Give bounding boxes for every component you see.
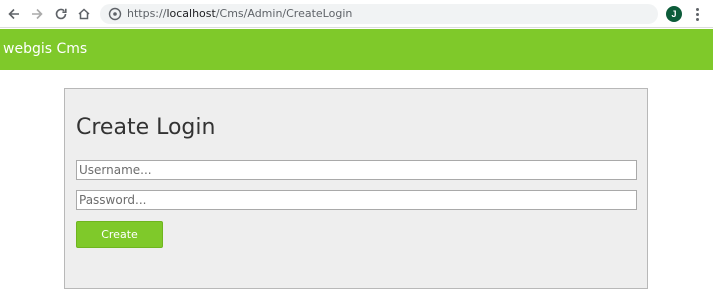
url-text: https://localhost/Cms/Admin/CreateLogin [127,7,352,21]
create-button[interactable]: Create [76,221,163,248]
back-button[interactable] [4,4,24,24]
url-path: /Cms/Admin/CreateLogin [215,7,353,20]
home-button[interactable] [74,4,94,24]
url-host: localhost [166,7,216,20]
reload-button[interactable] [51,4,71,24]
app-header: webgis Cms [0,29,713,70]
address-bar[interactable]: https://localhost/Cms/Admin/CreateLogin [100,4,658,24]
browser-menu-button[interactable] [690,4,704,24]
menu-dot-icon [695,12,699,16]
browser-toolbar: https://localhost/Cms/Admin/CreateLogin … [0,0,713,28]
profile-avatar[interactable]: J [666,6,682,22]
arrow-right-icon [32,8,43,20]
reload-icon [55,8,67,20]
create-login-panel: Create Login Create [64,88,648,289]
site-info-icon[interactable] [108,7,122,21]
home-icon [78,8,90,20]
forward-button[interactable] [27,4,47,24]
password-input[interactable] [76,190,637,210]
arrow-left-icon [8,8,19,20]
url-prefix: https:// [127,7,167,20]
username-input[interactable] [76,160,637,180]
menu-dot-icon [695,7,699,11]
brand-title[interactable]: webgis Cms [3,41,87,58]
menu-dot-icon [695,17,699,21]
page-title: Create Login [76,115,216,140]
